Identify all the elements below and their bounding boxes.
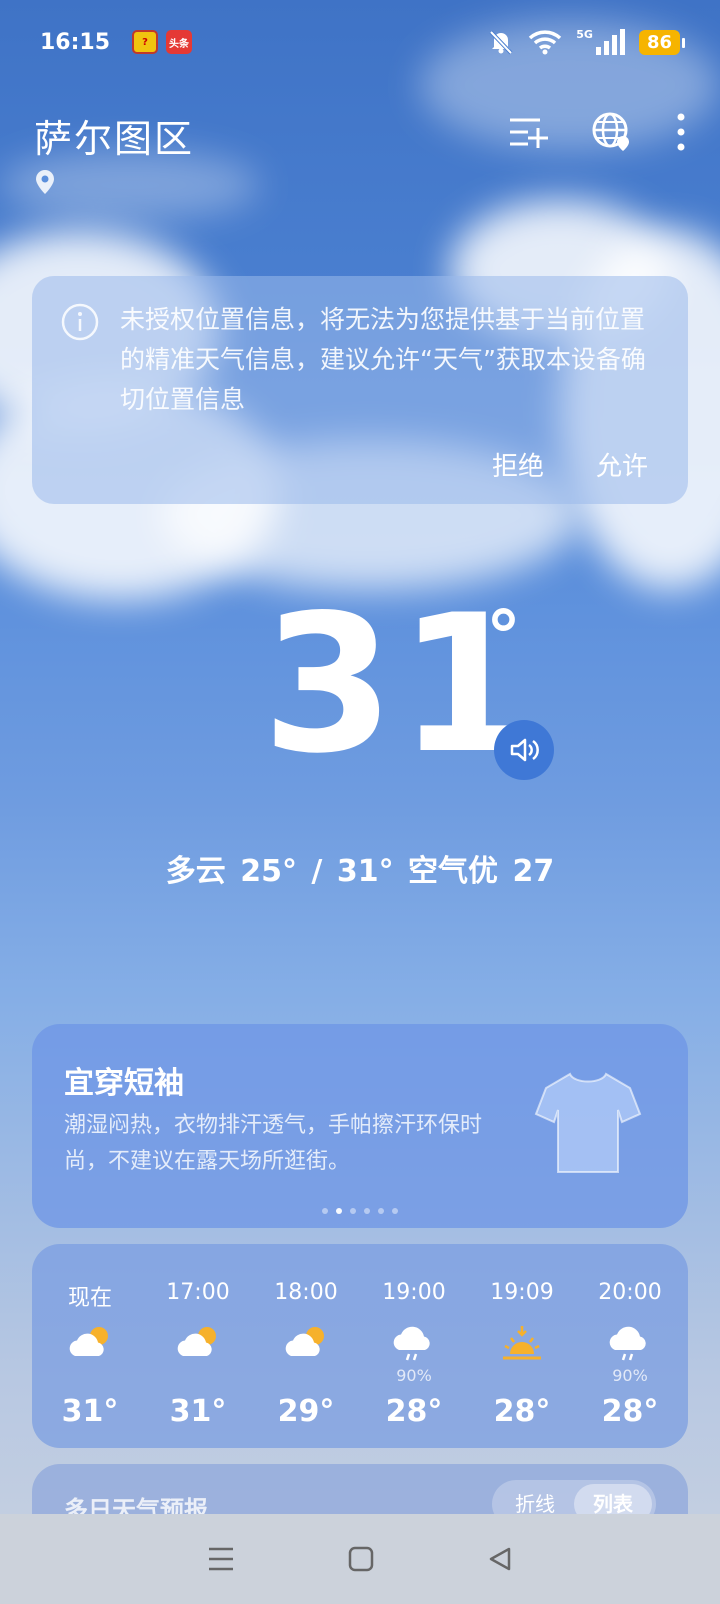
clothing-suggestion-card[interactable]: 宜穿短袖 潮湿闷热，衣物排汗透气，手帕擦汗环保时尚，不建议在露天场所逛街。 bbox=[32, 1024, 688, 1228]
sunset-icon bbox=[503, 1326, 541, 1360]
globe-location-icon[interactable] bbox=[592, 112, 632, 152]
carousel-dots bbox=[322, 1208, 398, 1214]
header: 萨尔图区 bbox=[34, 108, 686, 198]
add-city-icon[interactable] bbox=[508, 114, 548, 150]
speaker-button[interactable] bbox=[494, 720, 554, 780]
carousel-dot bbox=[378, 1208, 384, 1214]
network-type: 5G bbox=[576, 27, 593, 41]
status-bar: 16:15 ? 头条 5G 86 bbox=[0, 0, 720, 84]
wifi-icon bbox=[529, 30, 562, 55]
rain-icon bbox=[609, 1326, 646, 1361]
battery-indicator: 86 bbox=[638, 29, 686, 55]
carousel-dot bbox=[350, 1208, 356, 1214]
carousel-dot bbox=[322, 1208, 328, 1214]
hour-time: 18:00 bbox=[274, 1280, 338, 1305]
hourly-forecast[interactable]: 现在 31° 17:00 31° 18:00 29° 19:00 90% 28°… bbox=[32, 1244, 688, 1448]
tshirt-icon bbox=[534, 1072, 642, 1173]
clothing-description: 潮湿闷热，衣物排汗透气，手帕擦汗环保时尚，不建议在露天场所逛街。 bbox=[64, 1113, 483, 1174]
hour-temperature: 31° bbox=[61, 1394, 119, 1429]
carousel-dot bbox=[336, 1208, 342, 1214]
hourly-item: 19:00 90% 28° bbox=[360, 1244, 468, 1448]
carousel-dot bbox=[392, 1208, 398, 1214]
hour-temperature: 28° bbox=[493, 1394, 551, 1429]
mute-bell-icon bbox=[489, 30, 513, 55]
deny-button[interactable]: 拒绝 bbox=[492, 446, 544, 483]
speaker-icon bbox=[510, 738, 539, 762]
partly-cloudy-icon bbox=[69, 1327, 108, 1356]
home-icon[interactable] bbox=[348, 1546, 374, 1572]
rain-icon bbox=[393, 1326, 430, 1361]
carousel-dot bbox=[364, 1208, 370, 1214]
notification-icons: ? 头条 bbox=[132, 30, 193, 54]
system-nav-bar bbox=[0, 1514, 720, 1604]
hourly-item: 现在 31° bbox=[36, 1244, 144, 1448]
signal-icon bbox=[595, 29, 625, 55]
permission-message: 未授权位置信息，将无法为您提供基于当前位置的精准天气信息，建议允许“天气”获取本… bbox=[120, 305, 646, 414]
back-icon[interactable] bbox=[487, 1546, 513, 1572]
more-options-icon[interactable] bbox=[676, 112, 686, 152]
hour-temperature: 29° bbox=[277, 1394, 335, 1429]
info-icon bbox=[61, 303, 99, 341]
hour-time: 现在 bbox=[67, 1286, 112, 1311]
hour-time: 17:00 bbox=[166, 1280, 230, 1305]
hourly-item: 17:00 31° bbox=[144, 1244, 252, 1448]
hour-time: 20:00 bbox=[598, 1280, 662, 1305]
partly-cloudy-icon bbox=[285, 1327, 324, 1356]
status-time: 16:15 bbox=[40, 29, 111, 55]
clothing-title: 宜穿短袖 bbox=[64, 1066, 184, 1101]
toutiao-notification-icon: 头条 bbox=[166, 30, 193, 54]
hour-temperature: 28° bbox=[385, 1394, 443, 1429]
location-pin-icon bbox=[36, 170, 54, 194]
hour-temperature: 28° bbox=[601, 1394, 659, 1429]
hour-precipitation: 90% bbox=[396, 1366, 432, 1385]
hour-time: 19:09 bbox=[490, 1280, 554, 1305]
hourly-item: 20:00 90% 28° bbox=[576, 1244, 684, 1448]
hour-precipitation: 90% bbox=[612, 1366, 648, 1385]
weather-summary[interactable]: 多云 25° / 31° 空气优 27 bbox=[0, 846, 720, 890]
location-permission-card: 未授权位置信息，将无法为您提供基于当前位置的精准天气信息，建议允许“天气”获取本… bbox=[32, 276, 688, 504]
hourly-item: 19:09 28° bbox=[468, 1244, 576, 1448]
allow-button[interactable]: 允许 bbox=[596, 446, 648, 483]
degree-symbol: ° bbox=[486, 596, 521, 678]
menu-icon[interactable] bbox=[207, 1546, 235, 1572]
hourly-item: 18:00 29° bbox=[252, 1244, 360, 1448]
hour-time: 19:00 bbox=[382, 1280, 446, 1305]
hour-temperature: 31° bbox=[169, 1394, 227, 1429]
app-notification-icon: ? bbox=[132, 30, 159, 54]
partly-cloudy-icon bbox=[177, 1327, 216, 1356]
